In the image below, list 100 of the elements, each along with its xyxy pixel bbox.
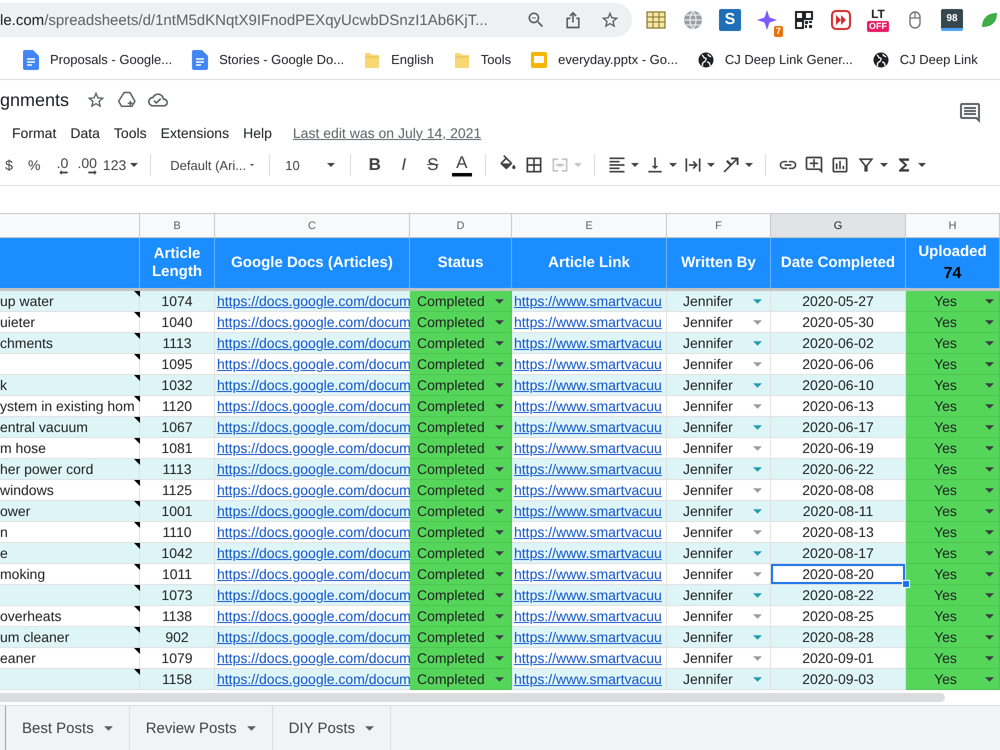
article-link[interactable]: https://www.smartvacuu bbox=[514, 482, 662, 498]
address-bar[interactable]: le.com/spreadsheets/d/1ntM5dKNqtX9IFnodPEXqyUcwbDSnzI1Ab6KjT... bbox=[0, 3, 632, 37]
column-letter[interactable]: B bbox=[140, 214, 215, 238]
uploaded-dropdown[interactable]: Yes bbox=[906, 438, 1000, 459]
font-select[interactable]: Default (Ari... bbox=[160, 151, 260, 179]
status-dropdown[interactable]: Completed bbox=[410, 669, 512, 690]
sheet-tab[interactable]: DIY Posts bbox=[272, 706, 391, 750]
comments-icon[interactable] bbox=[958, 100, 982, 124]
article-link[interactable]: https://www.smartvacuu bbox=[514, 419, 662, 435]
uploaded-dropdown[interactable]: Yes bbox=[906, 312, 1000, 333]
uploaded-dropdown[interactable]: Yes bbox=[906, 606, 1000, 627]
status-dropdown[interactable]: Completed bbox=[410, 375, 512, 396]
menu-item[interactable]: Help bbox=[236, 124, 279, 140]
extension-button[interactable]: S bbox=[719, 9, 741, 31]
extension-button[interactable] bbox=[793, 9, 815, 31]
italic-button[interactable]: I bbox=[389, 151, 418, 179]
uploaded-dropdown[interactable]: Yes bbox=[906, 291, 1000, 312]
doc-link[interactable]: https://docs.google.com/docum bbox=[217, 377, 411, 393]
article-link[interactable]: https://www.smartvacuu bbox=[514, 524, 662, 540]
article-link[interactable]: https://www.smartvacuu bbox=[514, 377, 662, 393]
extension-button[interactable]: LT bbox=[867, 8, 889, 21]
status-dropdown[interactable]: Completed bbox=[410, 480, 512, 501]
bookmark[interactable]: English bbox=[355, 46, 443, 74]
uploaded-dropdown[interactable]: Yes bbox=[906, 669, 1000, 690]
hexagon-plus-icon[interactable] bbox=[117, 90, 138, 110]
status-dropdown[interactable]: Completed bbox=[410, 522, 512, 543]
status-dropdown[interactable]: Completed bbox=[410, 648, 512, 669]
doc-link[interactable]: https://docs.google.com/docum bbox=[217, 293, 411, 309]
author-dropdown[interactable]: Jennifer bbox=[667, 669, 771, 690]
menu-item[interactable]: Format bbox=[5, 124, 64, 140]
article-link[interactable]: https://www.smartvacuu bbox=[514, 398, 662, 414]
doc-link[interactable]: https://docs.google.com/docum bbox=[217, 503, 411, 519]
bold-button[interactable]: B bbox=[360, 151, 390, 179]
article-link[interactable]: https://www.smartvacuu bbox=[514, 545, 662, 561]
doc-link[interactable]: https://docs.google.com/docum bbox=[217, 335, 411, 351]
status-dropdown[interactable]: Completed bbox=[410, 312, 512, 333]
article-link[interactable]: https://www.smartvacuu bbox=[514, 608, 662, 624]
menu-item[interactable]: Tools bbox=[106, 124, 154, 140]
doc-link[interactable]: https://docs.google.com/docum bbox=[217, 650, 411, 666]
uploaded-dropdown[interactable]: Yes bbox=[906, 375, 1000, 396]
bookmark[interactable]: Stories - Google Do... bbox=[183, 46, 354, 74]
doc-link[interactable]: https://docs.google.com/docum bbox=[217, 398, 411, 414]
bookmark[interactable]: CJ Deep Link Gener... bbox=[688, 46, 862, 74]
uploaded-dropdown[interactable]: Yes bbox=[906, 501, 1000, 522]
status-dropdown[interactable]: Completed bbox=[410, 585, 512, 606]
doc-link[interactable]: https://docs.google.com/docum bbox=[217, 671, 411, 687]
uploaded-dropdown[interactable]: Yes bbox=[906, 543, 1000, 564]
menu-item[interactable]: Data bbox=[63, 124, 107, 140]
format-button[interactable]: $ bbox=[0, 151, 18, 179]
column-letter[interactable]: E bbox=[512, 214, 667, 238]
status-dropdown[interactable]: Completed bbox=[410, 543, 512, 564]
doc-link[interactable]: https://docs.google.com/docum bbox=[217, 524, 411, 540]
doc-link[interactable]: https://docs.google.com/docum bbox=[217, 587, 411, 603]
doc-link[interactable]: https://docs.google.com/docum bbox=[217, 629, 411, 645]
date-cell[interactable]: 2020-08-20 bbox=[771, 564, 906, 585]
status-dropdown[interactable]: Completed bbox=[410, 627, 512, 648]
uploaded-dropdown[interactable]: Yes bbox=[906, 459, 1000, 480]
doc-link[interactable]: https://docs.google.com/docum bbox=[217, 545, 411, 561]
document-title[interactable]: gnments bbox=[0, 90, 70, 110]
status-dropdown[interactable]: Completed bbox=[410, 333, 512, 354]
status-dropdown[interactable]: Completed bbox=[410, 396, 512, 417]
uploaded-dropdown[interactable]: Yes bbox=[906, 396, 1000, 417]
doc-link[interactable]: https://docs.google.com/docum bbox=[217, 356, 411, 372]
uploaded-dropdown[interactable]: Yes bbox=[906, 480, 1000, 501]
doc-link[interactable]: https://docs.google.com/docum bbox=[217, 608, 411, 624]
doc-link[interactable]: https://docs.google.com/docum bbox=[217, 314, 411, 330]
doc-link[interactable]: https://docs.google.com/docum bbox=[217, 566, 411, 582]
column-letter[interactable]: G bbox=[771, 214, 906, 238]
uploaded-dropdown[interactable]: Yes bbox=[906, 585, 1000, 606]
status-dropdown[interactable]: Completed bbox=[410, 438, 512, 459]
doc-link[interactable]: https://docs.google.com/docum bbox=[217, 419, 411, 435]
uploaded-dropdown[interactable]: Yes bbox=[906, 333, 1000, 354]
status-dropdown[interactable]: Completed bbox=[410, 459, 512, 480]
bookmark[interactable]: Proposals - Google... bbox=[14, 46, 182, 74]
article-link[interactable]: https://www.smartvacuu bbox=[514, 587, 662, 603]
status-dropdown[interactable]: Completed bbox=[410, 501, 512, 522]
column-letter[interactable]: F bbox=[667, 214, 771, 238]
sheet-tab[interactable]: Best Posts bbox=[6, 706, 130, 750]
last-edit-link[interactable]: Last edit was on July 14, 2021 bbox=[292, 124, 482, 140]
star-icon[interactable] bbox=[86, 90, 106, 110]
status-dropdown[interactable]: Completed bbox=[410, 354, 512, 375]
article-link[interactable]: https://www.smartvacuu bbox=[514, 650, 662, 666]
uploaded-dropdown[interactable]: Yes bbox=[906, 417, 1000, 438]
strikethrough-button[interactable]: S bbox=[418, 151, 448, 179]
status-dropdown[interactable]: Completed bbox=[410, 606, 512, 627]
column-letter[interactable]: H bbox=[906, 214, 1000, 238]
doc-link[interactable]: https://docs.google.com/docum bbox=[217, 482, 411, 498]
uploaded-dropdown[interactable]: Yes bbox=[906, 564, 1000, 585]
uploaded-dropdown[interactable]: Yes bbox=[906, 522, 1000, 543]
article-link[interactable]: https://www.smartvacuu bbox=[514, 629, 662, 645]
uploaded-dropdown[interactable]: Yes bbox=[906, 354, 1000, 375]
fill-handle[interactable] bbox=[902, 580, 910, 588]
status-dropdown[interactable]: Completed bbox=[410, 291, 512, 312]
sheet-tab[interactable]: Review Posts bbox=[130, 706, 273, 750]
doc-link[interactable]: https://docs.google.com/docum bbox=[217, 440, 411, 456]
column-letter[interactable]: D bbox=[410, 214, 512, 238]
article-link[interactable]: https://www.smartvacuu bbox=[514, 293, 662, 309]
article-link[interactable]: https://www.smartvacuu bbox=[514, 461, 662, 477]
article-link[interactable]: https://www.smartvacuu bbox=[514, 671, 662, 687]
number-format-button[interactable]: 123 bbox=[100, 151, 142, 179]
